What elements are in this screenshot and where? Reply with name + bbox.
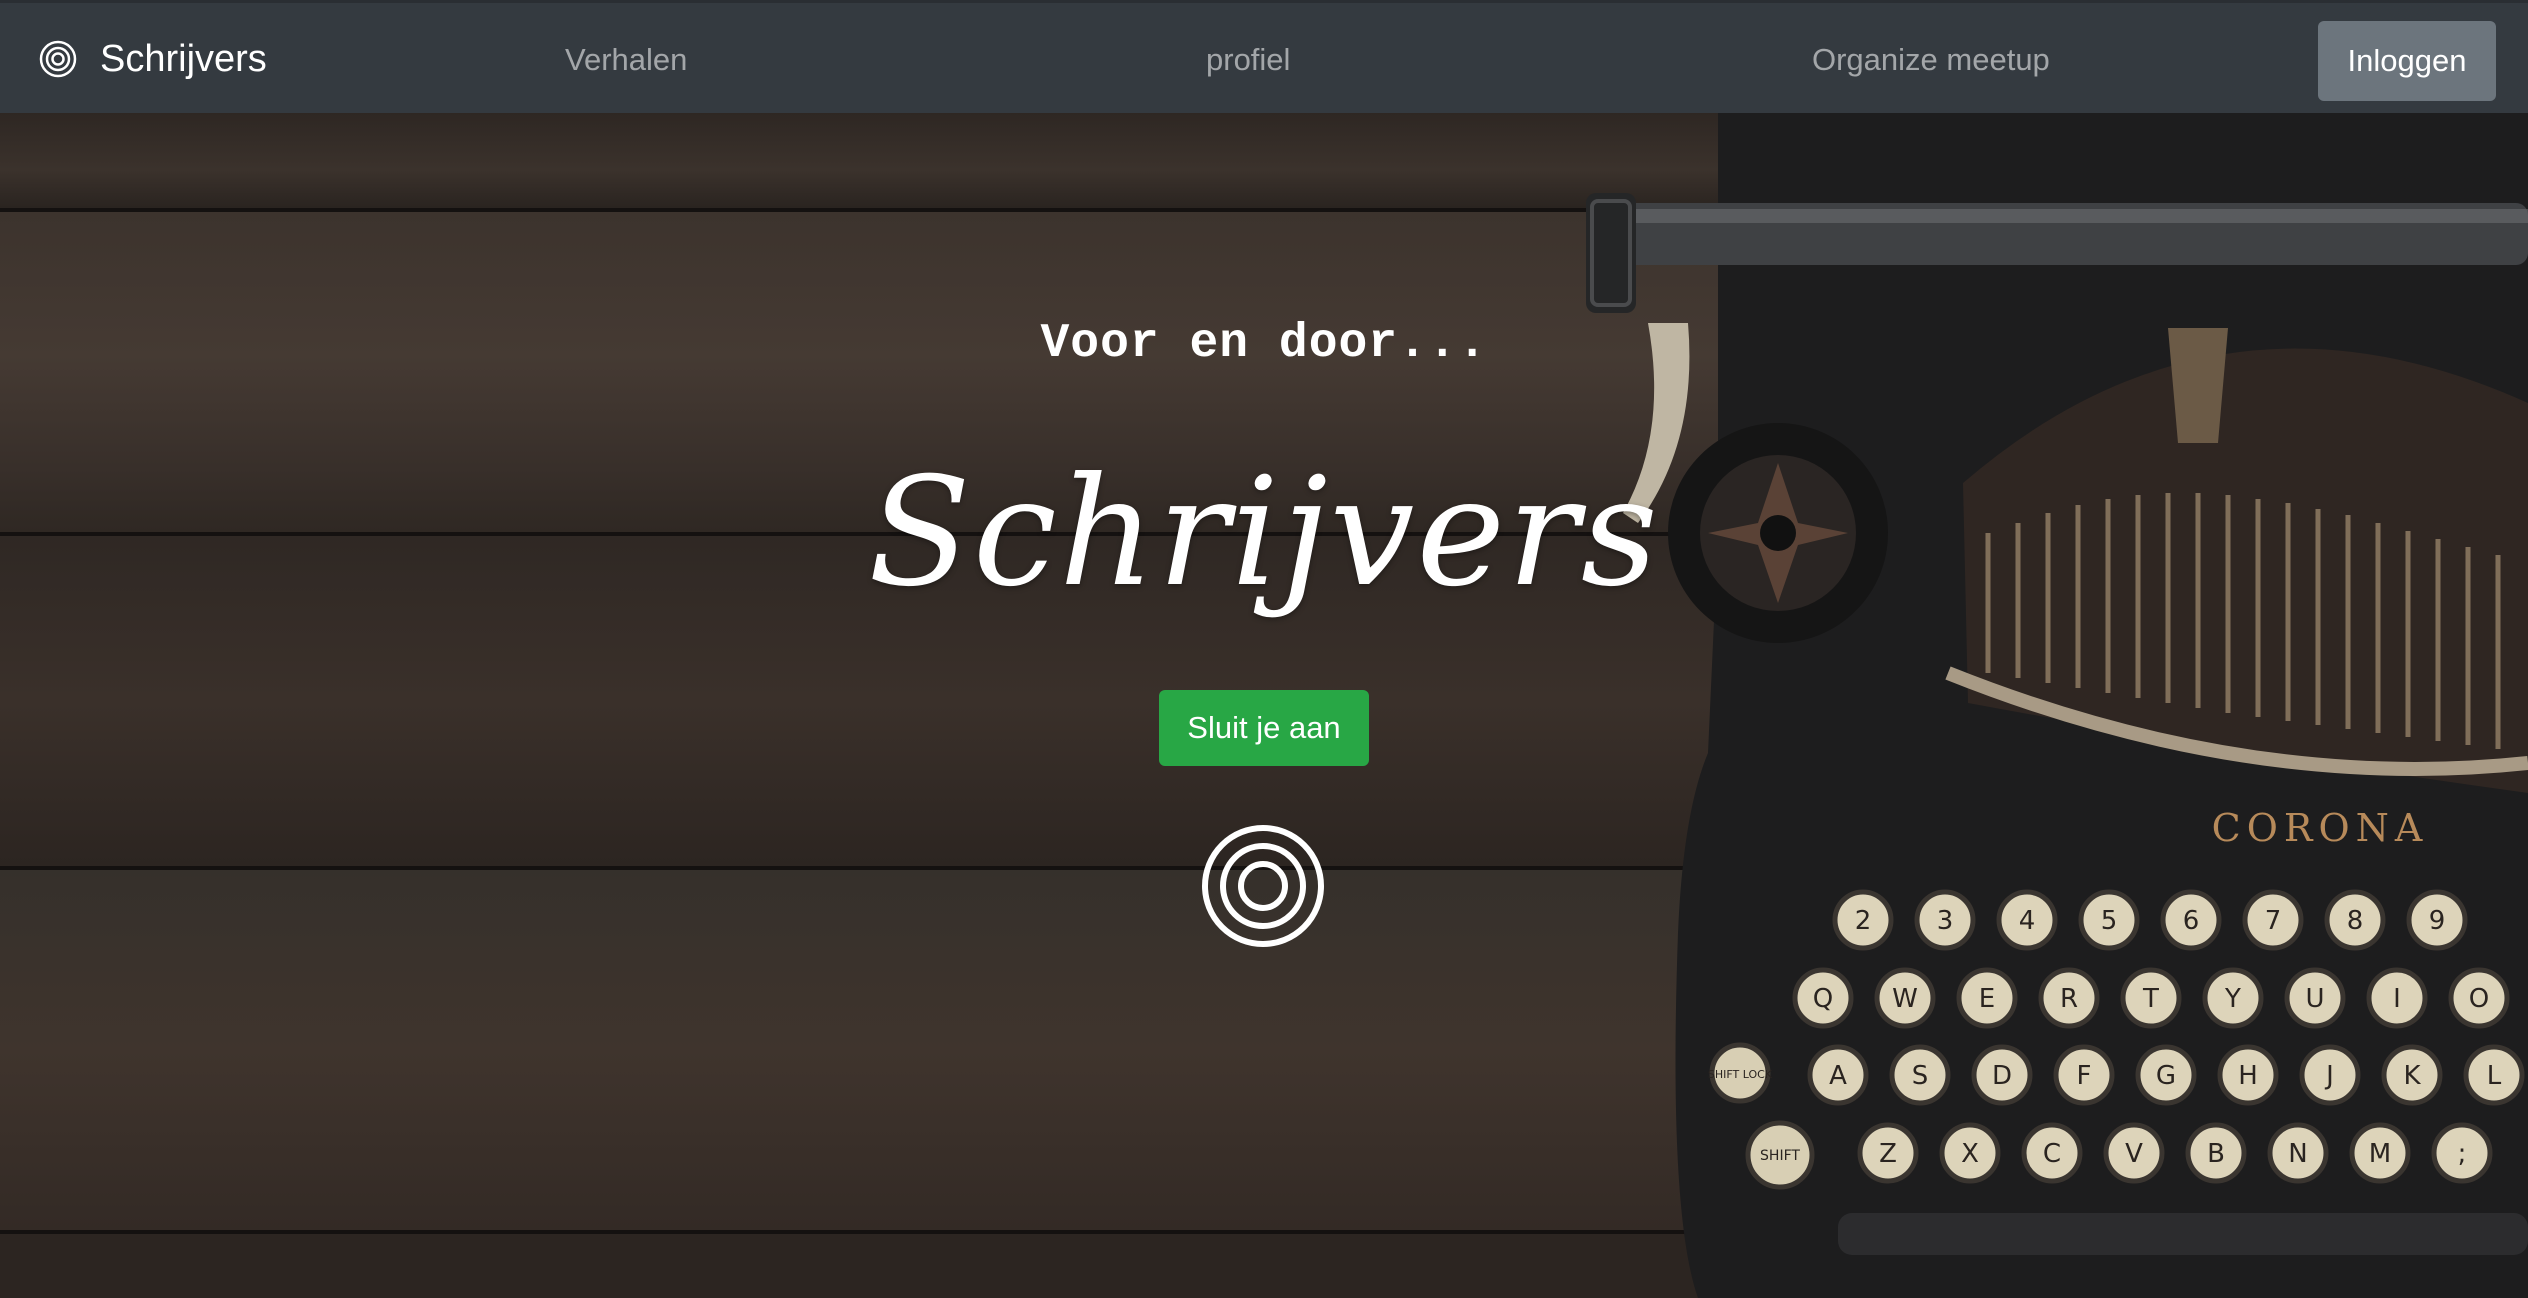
nav-link-verhalen[interactable]: Verhalen — [565, 41, 687, 79]
typewriter-key-label: C — [2043, 1139, 2061, 1169]
typewriter-key-label: N — [2288, 1139, 2307, 1169]
join-button[interactable]: Sluit je aan — [1159, 690, 1369, 766]
typewriter-key-label: K — [2403, 1061, 2421, 1091]
typewriter-key-label: E — [1979, 984, 1995, 1014]
typewriter-key-label: W — [1892, 984, 1918, 1014]
nav-link-profiel[interactable]: profiel — [1206, 41, 1290, 79]
typewriter-key-label: 8 — [2347, 906, 2364, 936]
typewriter-key-label: G — [2156, 1061, 2176, 1091]
typewriter-key-label: Z — [1879, 1139, 1897, 1169]
typewriter-key-label: L — [2487, 1061, 2502, 1091]
hero-title: Schrijvers — [868, 446, 1660, 620]
typewriter-image: CORONA 2 3 4 5 6 7 8 9 Q W E R T Y U I O A S D F G H J K L Z X C V… — [1586, 113, 2528, 1298]
concentric-circles-hero-icon — [1202, 825, 1324, 947]
typewriter-key-label: 7 — [2265, 906, 2282, 936]
shift-lock-key-label: SHIFT LOCK — [1708, 1068, 1773, 1081]
typewriter-key-label: F — [2077, 1061, 2092, 1091]
typewriter-key-label: X — [1961, 1139, 1979, 1169]
typewriter-brand-label: CORONA — [2212, 806, 2429, 850]
typewriter-key-label: 3 — [1937, 906, 1954, 936]
brand-link[interactable]: Schrijvers — [38, 33, 267, 85]
typewriter-key-label: M — [2369, 1139, 2391, 1169]
typewriter-key-label: I — [2393, 984, 2401, 1014]
brand-name: Schrijvers — [100, 37, 267, 80]
typewriter-key-label: R — [2060, 984, 2078, 1014]
hero-section: CORONA 2 3 4 5 6 7 8 9 Q W E R T Y U I O A S D F G H J K L Z X C V… — [0, 113, 2528, 1298]
typewriter-key-label: Y — [2224, 984, 2241, 1014]
typewriter-key-label: 2 — [1855, 906, 1872, 936]
typewriter-key-label: ; — [2458, 1139, 2467, 1169]
hero-tagline: Voor en door... — [1040, 317, 1488, 371]
typewriter-key-label: 5 — [2101, 906, 2118, 936]
top-navbar: Schrijvers Verhalen profiel Organize mee… — [0, 0, 2528, 113]
concentric-circles-logo-icon — [39, 40, 77, 78]
typewriter-key-label: O — [2469, 984, 2489, 1014]
typewriter-key-label: S — [1912, 1061, 1929, 1091]
typewriter-key-label: 9 — [2429, 906, 2446, 936]
typewriter-key-label: T — [2142, 984, 2159, 1014]
login-button[interactable]: Inloggen — [2318, 21, 2496, 101]
typewriter-key-label: U — [2305, 984, 2324, 1014]
typewriter-key-label: D — [1992, 1061, 2012, 1091]
typewriter-key-label: A — [1829, 1061, 1847, 1091]
typewriter-key-label: 4 — [2019, 906, 2036, 936]
typewriter-key-label: 6 — [2183, 906, 2200, 936]
shift-key-label: SHIFT — [1760, 1148, 1800, 1164]
typewriter-key-label: H — [2238, 1061, 2258, 1091]
typewriter-key-label: Q — [1813, 984, 1833, 1014]
typewriter-key-label: V — [2125, 1139, 2143, 1169]
typewriter-key-label: J — [2324, 1061, 2334, 1091]
typewriter-key-label: B — [2207, 1139, 2225, 1169]
nav-link-organize-meetup[interactable]: Organize meetup — [1812, 41, 2050, 79]
